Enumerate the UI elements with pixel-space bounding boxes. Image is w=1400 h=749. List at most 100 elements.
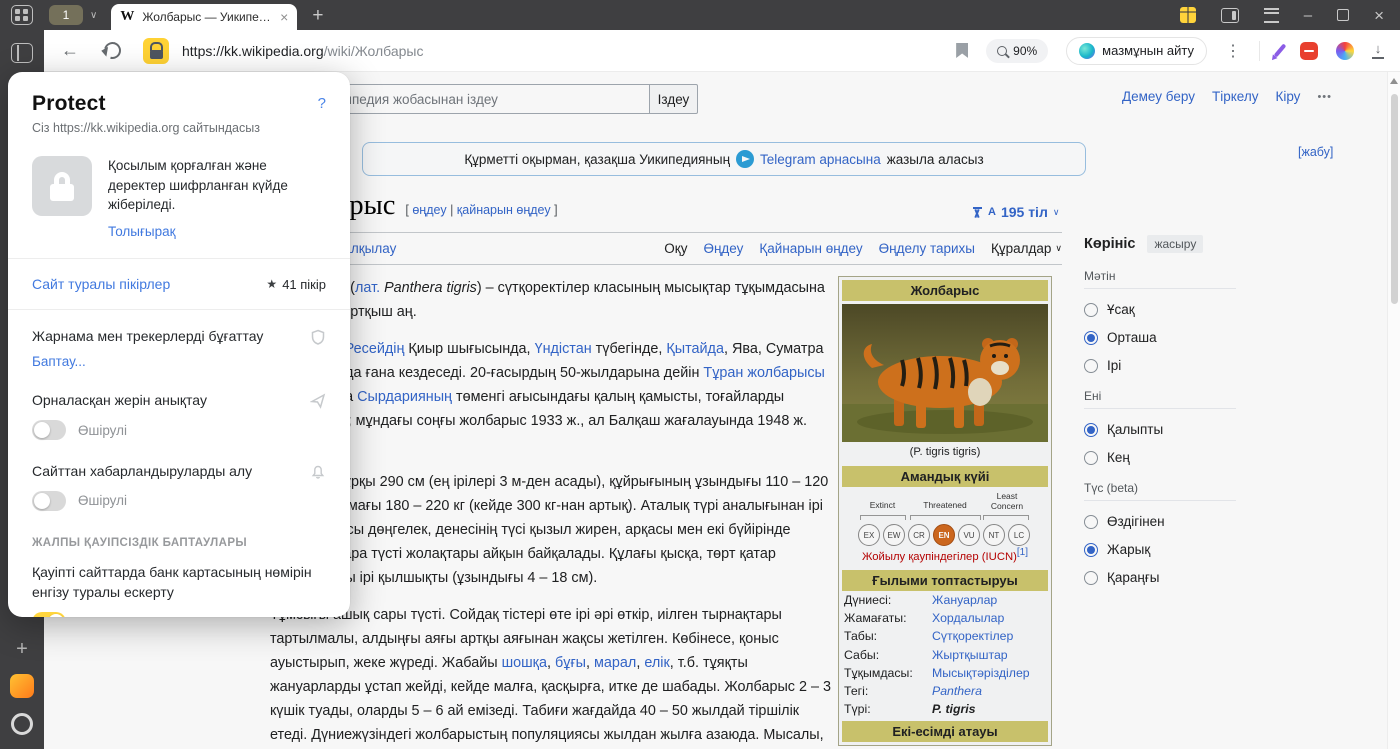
- rail-browser-logo-icon[interactable]: [11, 713, 33, 735]
- appearance-hide-button[interactable]: жасыру: [1147, 235, 1204, 253]
- wiki-link[interactable]: Жыртқыштар: [932, 648, 1046, 662]
- protect-more-link[interactable]: Толығырақ: [108, 222, 176, 242]
- conservation-status-labels: Extinct Threatened Least Concern: [842, 491, 1048, 521]
- tab-close-icon[interactable]: ×: [280, 10, 288, 24]
- personal-more-icon[interactable]: •••: [1317, 91, 1332, 103]
- wiki-link[interactable]: Қытайда: [666, 341, 724, 357]
- reviews-count[interactable]: ★ 41 пікір: [266, 277, 326, 292]
- browser-window: 1 ∨ W Жолбарыс — Уикипеди × + – × + ← ht…: [0, 0, 1400, 749]
- reference-link[interactable]: [1]: [1017, 547, 1028, 558]
- new-tab-button[interactable]: +: [312, 6, 323, 25]
- protect-help-link[interactable]: ?: [318, 95, 326, 112]
- bookmark-flag-icon[interactable]: [956, 43, 969, 58]
- browser-tab-active[interactable]: W Жолбарыс — Уикипеди ×: [111, 4, 298, 30]
- tab-list-chevron-down-icon[interactable]: ∨: [90, 10, 97, 21]
- toggle-off[interactable]: [32, 490, 66, 511]
- tiger-photo[interactable]: [842, 304, 1048, 442]
- downloads-icon[interactable]: ↓: [1372, 42, 1384, 59]
- wiki-link[interactable]: Panthera: [932, 684, 1046, 698]
- scrollbar-up-arrow-icon[interactable]: [1390, 78, 1398, 84]
- wiki-link[interactable]: елік: [644, 655, 669, 671]
- shield-icon: [311, 329, 325, 346]
- url-path: /wiki/Жолбарыс: [323, 42, 424, 59]
- scrollbar-thumb[interactable]: [1391, 94, 1398, 304]
- window-maximize-button[interactable]: [1337, 9, 1350, 21]
- star-icon: ★: [266, 277, 278, 292]
- login-link[interactable]: Кіру: [1275, 89, 1300, 104]
- donate-link[interactable]: Демеу беру: [1122, 89, 1195, 104]
- toolbar-right-controls: 90% мазмұнын айту ⋮ ↓: [956, 36, 1400, 65]
- wiki-link[interactable]: Үндістан: [535, 341, 592, 357]
- bank-card-warning-title: Қауіпті сайттарда банк картасының нөмірі…: [32, 563, 312, 600]
- wiki-search-button[interactable]: Іздеу: [649, 84, 698, 114]
- gift-icon[interactable]: [1179, 7, 1196, 23]
- radio-option-text-standard[interactable]: Орташа: [1084, 330, 1236, 345]
- side-panels-icon[interactable]: [1220, 7, 1239, 23]
- adblock-configure-link[interactable]: Баптау...: [32, 354, 86, 369]
- site-reviews-link[interactable]: Сайт туралы пікірлер: [32, 276, 170, 292]
- edit-source-link[interactable]: қайнарын өңдеу: [457, 203, 551, 217]
- radio-option-text-small[interactable]: Ұсақ: [1084, 302, 1236, 317]
- banner-text: Құрметті оқырман, қазақша Уикипедияның: [464, 151, 731, 167]
- tools-menu[interactable]: Құралдар ∨: [991, 241, 1062, 256]
- register-link[interactable]: Тіркелу: [1212, 89, 1259, 104]
- wiki-link[interactable]: шошқа: [502, 655, 547, 671]
- window-minimize-button[interactable]: –: [1304, 8, 1312, 23]
- tableau-grid-icon[interactable]: [11, 5, 33, 25]
- language-selector[interactable]: A 195 тіл ∨: [972, 204, 1059, 220]
- appearance-panel: Көрініс жасыру Мәтін Ұсақ Орташа Ірі Ені…: [1084, 235, 1236, 585]
- radio-option-color-light[interactable]: Жарық: [1084, 542, 1236, 557]
- adblock-icon[interactable]: [1300, 41, 1318, 60]
- wiki-link[interactable]: марал: [594, 655, 636, 671]
- tab-edit[interactable]: Өңдеу: [703, 241, 743, 256]
- wiki-link[interactable]: Сүтқоректілер: [932, 629, 1046, 643]
- browser-menu-icon[interactable]: [1263, 7, 1279, 23]
- title-edit-links: [ өңдеу | қайнарын өңдеу ]: [405, 203, 558, 217]
- edit-link[interactable]: өңдеу: [412, 203, 446, 217]
- radio-option-text-large[interactable]: Ірі: [1084, 358, 1236, 373]
- status-redlink[interactable]: Жойылу қаупіндегілер (IUCN): [862, 551, 1017, 563]
- radio-selected-icon: [1084, 330, 1098, 345]
- sidebar-toggle-icon[interactable]: [11, 43, 33, 63]
- wiki-link[interactable]: Сырдарияның: [357, 389, 452, 405]
- rail-add-icon[interactable]: +: [16, 639, 28, 659]
- toggle-on[interactable]: [32, 612, 66, 617]
- address-bar[interactable]: https://kk.wikipedia.org/wiki/Жолбарыс: [182, 43, 423, 59]
- radio-option-color-dark[interactable]: Қараңғы: [1084, 570, 1236, 585]
- radio-option-width-wide[interactable]: Кең: [1084, 450, 1236, 465]
- read-aloud-button[interactable]: мазмұнын айту: [1066, 36, 1207, 65]
- notifications-toggle-row[interactable]: Өшірулі: [32, 490, 326, 511]
- page-scrollbar[interactable]: [1387, 72, 1400, 749]
- wiki-link[interactable]: бұғы: [555, 655, 586, 671]
- zoom-indicator[interactable]: 90%: [986, 38, 1049, 63]
- reload-button[interactable]: [100, 38, 125, 63]
- banner-close-link[interactable]: [жабу]: [1298, 145, 1333, 159]
- wiki-link[interactable]: Хордалылар: [932, 611, 1046, 625]
- wiki-link[interactable]: Ресейдің: [345, 341, 405, 357]
- tab-read[interactable]: Оқу: [664, 241, 687, 256]
- radio-option-width-standard[interactable]: Қалыпты: [1084, 422, 1236, 437]
- back-button[interactable]: ←: [61, 40, 79, 61]
- window-close-button[interactable]: ×: [1374, 7, 1384, 24]
- status-ew: EW: [883, 524, 905, 546]
- geolocation-toggle-row[interactable]: Өшірулі: [32, 420, 326, 441]
- protect-lock-badge[interactable]: [143, 37, 169, 64]
- radio-option-color-auto[interactable]: Өздігінен: [1084, 514, 1236, 529]
- toggle-off[interactable]: [32, 420, 66, 441]
- radio-icon: [1084, 514, 1098, 529]
- profile-avatar-icon[interactable]: [1336, 41, 1354, 60]
- wiki-link[interactable]: Тұран жолбарысы: [703, 365, 824, 381]
- tab-history[interactable]: Өңделу тарихы: [879, 241, 975, 256]
- address-more-icon[interactable]: ⋮: [1225, 41, 1241, 61]
- paragraph: Жолбарыс Ресейдің Қиыр шығысында, Үндіст…: [270, 341, 825, 453]
- wiki-link[interactable]: лат.: [355, 280, 380, 296]
- editor-pen-icon[interactable]: [1273, 43, 1287, 58]
- bank-card-toggle-row[interactable]: Қосулы: [32, 612, 326, 617]
- wiki-link[interactable]: Жануарлар: [932, 593, 1046, 607]
- telegram-link[interactable]: Telegram арнасына: [760, 152, 881, 167]
- wiki-link[interactable]: Мысықтәрізділер: [932, 666, 1046, 680]
- status-cr: CR: [908, 524, 930, 546]
- tab-counter-badge[interactable]: 1: [49, 5, 83, 25]
- tab-edit-source[interactable]: Қайнарын өңдеу: [759, 241, 862, 256]
- rail-services-icon[interactable]: [10, 674, 34, 698]
